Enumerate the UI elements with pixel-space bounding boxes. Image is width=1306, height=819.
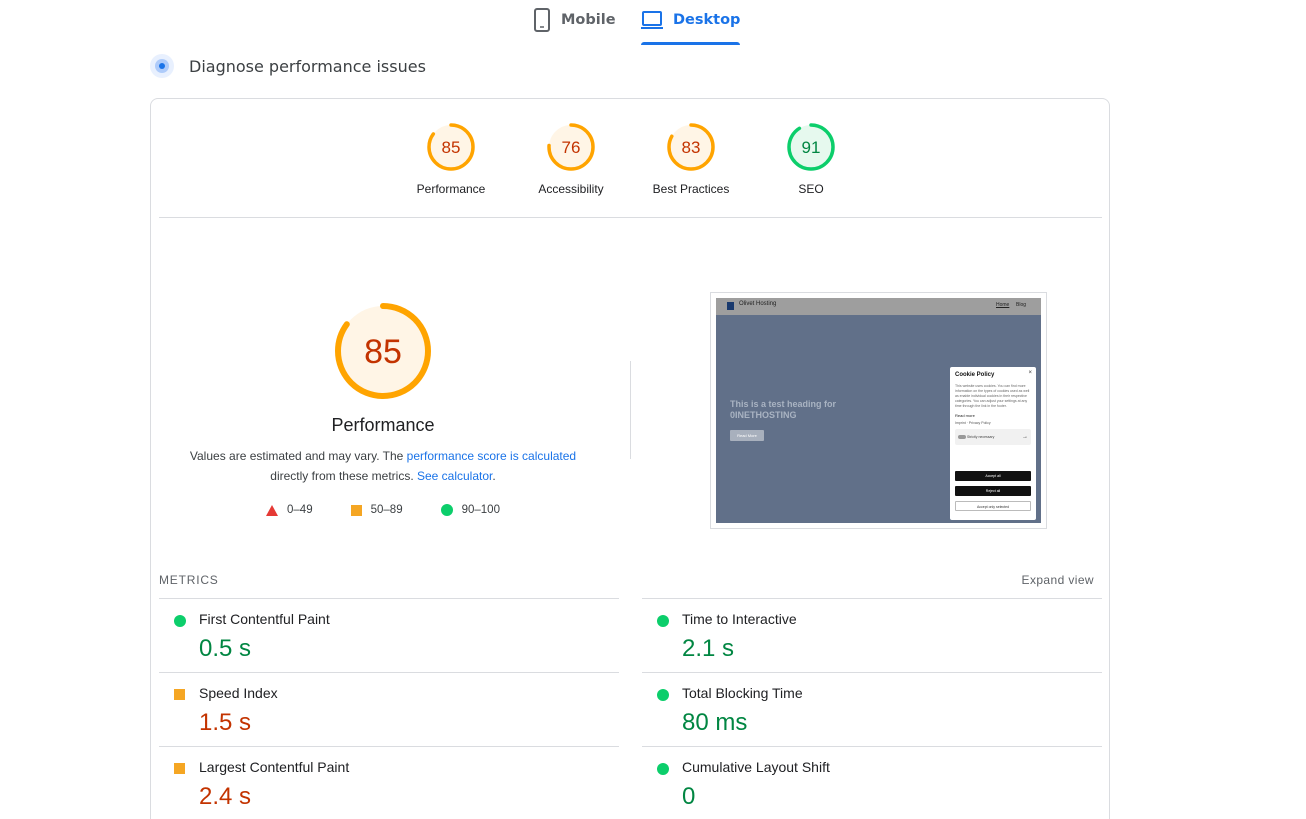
gauge-accessibility-label: Accessibility xyxy=(538,182,604,196)
diagnose-title: Diagnose performance issues xyxy=(189,56,426,76)
legend-poor: 0–49 xyxy=(266,504,313,516)
desc-text: Values are estimated and may vary. The xyxy=(189,449,407,463)
tab-mobile-label: Mobile xyxy=(561,12,616,28)
tab-desktop-label: Desktop xyxy=(673,12,741,28)
final-screenshot[interactable]: Olivet Hosting Home Blog This is a test … xyxy=(710,292,1047,529)
metric-speed-index: Speed Index 1.5 s xyxy=(159,672,619,746)
gauge-accessibility-ring: 76 xyxy=(547,123,595,171)
tab-desktop[interactable]: Desktop xyxy=(641,8,741,45)
screenshot-hero-line1: This is a test heading for xyxy=(730,399,837,409)
tab-mobile[interactable]: Mobile xyxy=(533,8,616,45)
metrics-title: METRICS xyxy=(159,573,219,587)
performance-big-score: 85 xyxy=(364,333,402,371)
score-calculated-link[interactable]: performance score is calculated xyxy=(407,449,576,463)
metric-value: 0 xyxy=(682,783,696,810)
metric-value: 1.5 s xyxy=(199,709,252,736)
cookie-links: Imprint · Privacy Policy xyxy=(955,421,991,425)
metric-name: Total Blocking Time xyxy=(682,685,803,701)
legend-poor-range: 0–49 xyxy=(287,504,313,516)
metric-value: 0.5 s xyxy=(199,635,252,662)
screenshot-brand: Olivet Hosting xyxy=(739,301,777,307)
metric-total-blocking-time: Total Blocking Time 80 ms xyxy=(642,672,1102,746)
triangle-icon xyxy=(266,504,279,516)
phone-icon xyxy=(533,8,551,37)
gauge-performance-score: 85 xyxy=(442,138,461,157)
vertical-divider xyxy=(630,361,631,459)
gauge-seo-label: SEO xyxy=(798,182,824,196)
metric-largest-contentful-paint: Largest Contentful Paint 2.4 s xyxy=(159,746,619,819)
diagnose-icon xyxy=(150,54,174,78)
good-circle-icon xyxy=(174,615,186,627)
cookie-read-more: Read more xyxy=(955,413,975,418)
desc-text-2: directly from these metrics. xyxy=(270,469,417,483)
performance-big-gauge: 85 xyxy=(335,303,431,399)
metric-cumulative-layout-shift: Cumulative Layout Shift 0 xyxy=(642,746,1102,819)
performance-title: Performance xyxy=(331,415,435,435)
metric-name: Time to Interactive xyxy=(682,611,797,627)
cookie-strict-label: Strictly necessary xyxy=(967,435,995,439)
legend-average-range: 50–89 xyxy=(370,504,403,516)
performance-description: Values are estimated and may vary. The p… xyxy=(179,446,587,486)
desc-suffix: . xyxy=(492,469,496,483)
metric-first-contentful-paint: First Contentful Paint 0.5 s xyxy=(159,598,619,672)
screenshot-hero: This is a test heading for 0INETHOSTING xyxy=(730,399,836,421)
device-tabs: Mobile Desktop xyxy=(0,0,1306,48)
gauge-performance-label: Performance xyxy=(416,182,486,196)
metric-name: Cumulative Layout Shift xyxy=(682,759,830,775)
gauge-best-practices-score: 83 xyxy=(682,138,701,157)
cookie-accept-all: Accept all xyxy=(955,471,1031,481)
average-square-icon xyxy=(174,763,185,774)
screenshot-image: Olivet Hosting Home Blog This is a test … xyxy=(716,298,1041,523)
gauge-best-practices-ring: 83 xyxy=(667,123,715,171)
screenshot-hero-line2: 0INETHOSTING xyxy=(730,410,797,420)
metric-value: 2.1 s xyxy=(682,635,735,662)
legend-good-range: 90–100 xyxy=(461,504,500,516)
good-circle-icon xyxy=(657,689,669,701)
performance-summary: 85 Performance Values are estimated and … xyxy=(179,301,587,516)
gauge-performance[interactable]: 85 Performance xyxy=(391,122,511,196)
cookie-accept-selected: Accept only selected xyxy=(955,501,1031,511)
good-circle-icon xyxy=(657,615,669,627)
metrics-header: METRICS Expand view xyxy=(159,573,1102,593)
cookie-strict-row: Strictly necessary → xyxy=(955,429,1031,445)
see-calculator-link[interactable]: See calculator xyxy=(417,469,492,483)
metric-value: 80 ms xyxy=(682,709,748,736)
gauge-best-practices-label: Best Practices xyxy=(652,182,730,196)
screenshot-hero-button: Read More xyxy=(730,430,764,441)
square-icon xyxy=(350,504,362,516)
expand-view-toggle[interactable]: Expand view xyxy=(1022,573,1094,587)
score-legend: 0–49 50–89 90–100 xyxy=(179,504,587,516)
metric-name: First Contentful Paint xyxy=(199,611,330,627)
gauge-seo[interactable]: 91 SEO xyxy=(751,122,871,196)
gauge-seo-score: 91 xyxy=(802,138,821,157)
screenshot-logo-icon xyxy=(727,302,734,310)
metric-value: 2.4 s xyxy=(199,783,252,810)
legend-good: 90–100 xyxy=(440,504,500,516)
legend-average: 50–89 xyxy=(350,504,403,516)
cookie-close-icon: × xyxy=(1028,370,1032,376)
cookie-title: Cookie Policy xyxy=(955,372,995,378)
screenshot-nav-home: Home xyxy=(996,302,1010,308)
gauge-performance-ring: 85 xyxy=(427,123,475,171)
metric-time-to-interactive: Time to Interactive 2.1 s xyxy=(642,598,1102,672)
gauge-best-practices[interactable]: 83 Best Practices xyxy=(631,122,751,196)
metric-name: Largest Contentful Paint xyxy=(199,759,350,775)
screenshot-nav-blog: Blog xyxy=(1016,302,1027,308)
screenshot-cookie-dialog: Cookie Policy × This website uses cookie… xyxy=(950,367,1036,520)
good-circle-icon xyxy=(657,763,669,775)
arrow-right-icon: → xyxy=(1022,434,1028,440)
diagnose-header: Diagnose performance issues xyxy=(150,53,426,79)
average-square-icon xyxy=(174,689,185,700)
gauge-seo-ring: 91 xyxy=(787,123,835,171)
gauge-accessibility[interactable]: 76 Accessibility xyxy=(511,122,631,196)
circle-icon xyxy=(440,504,453,516)
metric-name: Speed Index xyxy=(199,685,278,701)
laptop-icon xyxy=(641,8,663,37)
category-gauges: 85 Performance 76 Accessibility 83 Best … xyxy=(159,99,1102,218)
gauge-accessibility-score: 76 xyxy=(562,138,581,157)
cookie-reject-all: Reject all xyxy=(955,486,1031,496)
report-card: 85 Performance 76 Accessibility 83 Best … xyxy=(150,98,1110,819)
screenshot-nav: Olivet Hosting Home Blog xyxy=(716,298,1041,315)
cookie-body: This website uses cookies. You can find … xyxy=(955,384,1030,408)
